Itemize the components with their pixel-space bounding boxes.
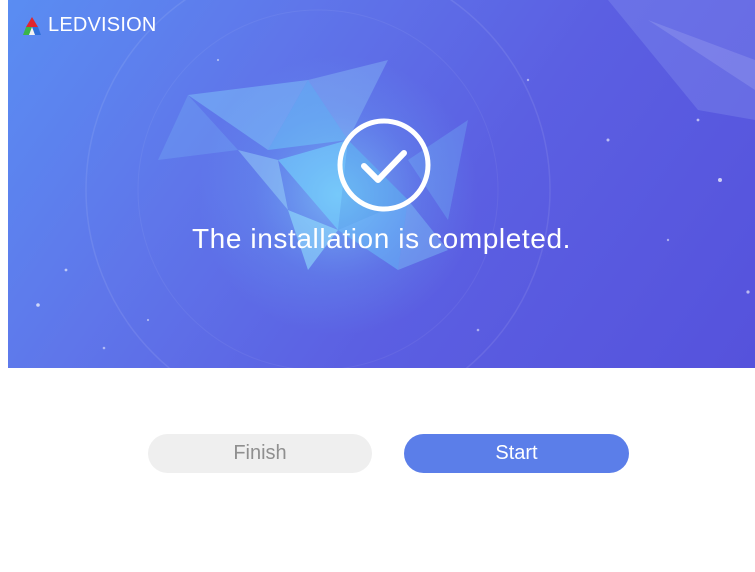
finish-button[interactable]: Finish: [148, 434, 372, 473]
brand: LEDVISION: [22, 14, 157, 37]
completion-banner: LEDVISION The installation is completed.: [8, 0, 755, 368]
brand-name: LEDVISION: [48, 14, 157, 36]
start-button[interactable]: Start: [404, 434, 629, 473]
check-circle-icon: [336, 117, 432, 213]
window-left-edge: [0, 0, 8, 572]
installer-window: LEDVISION The installation is completed.…: [0, 0, 755, 572]
completion-message: The installation is completed.: [191, 223, 572, 254]
ledvision-tri-color-logo-icon: [23, 16, 41, 35]
actions-area: Finish Start: [8, 368, 755, 572]
